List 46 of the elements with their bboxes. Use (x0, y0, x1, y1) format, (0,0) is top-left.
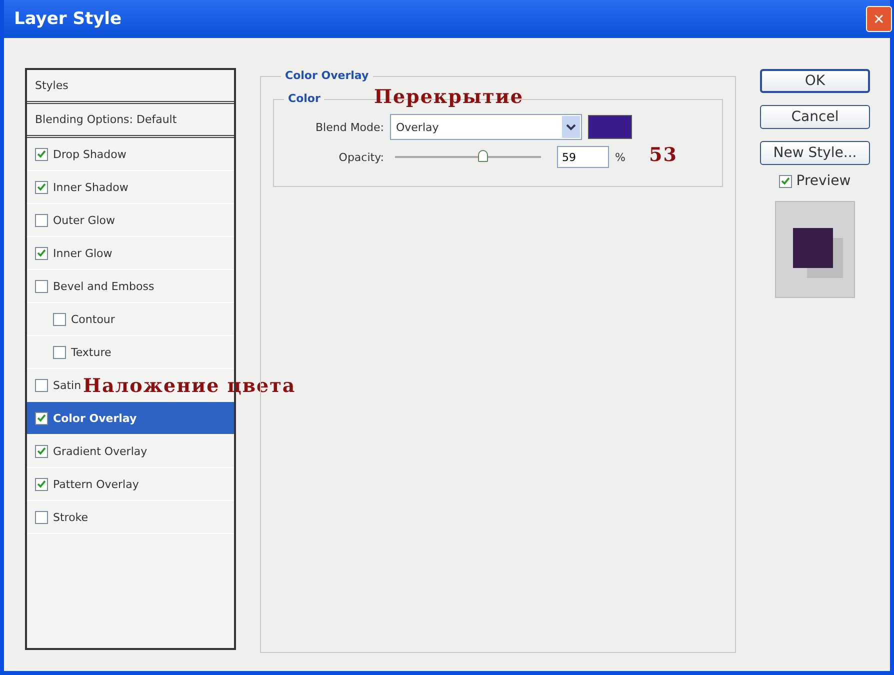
style-label[interactable]: Pattern Overlay (53, 478, 139, 490)
checkbox[interactable] (53, 312, 66, 326)
group-title: Color (284, 92, 324, 105)
style-label[interactable]: Bevel and Emboss (53, 280, 154, 292)
style-label[interactable]: Stroke (53, 510, 88, 524)
annotation-text: 53 (649, 144, 678, 166)
checkbox[interactable] (35, 148, 48, 160)
style-label[interactable]: Texture (71, 346, 112, 358)
checkbox[interactable] (35, 180, 48, 194)
chevron-down-icon (562, 116, 580, 138)
annotation-text: Перекрытие (374, 86, 524, 108)
styles-header[interactable]: Styles (27, 70, 234, 104)
selected-style-item[interactable]: Color Overlay (27, 402, 234, 435)
style-label[interactable]: Outer Glow (53, 214, 116, 226)
checkbox[interactable] (35, 214, 48, 226)
checkbox[interactable] (35, 280, 48, 292)
style-label[interactable]: Color Overlay (53, 412, 137, 424)
checkbox[interactable] (35, 246, 48, 260)
checkbox[interactable] (53, 346, 66, 358)
style-label[interactable]: Drop Shadow (53, 148, 126, 160)
checkbox[interactable] (35, 444, 48, 458)
style-label[interactable]: Gradient Overlay (53, 444, 148, 458)
slider-thumb[interactable] (478, 150, 488, 162)
percent-unit: % (615, 150, 626, 164)
field-label: Blend Mode: (314, 120, 384, 134)
checkbox[interactable] (35, 478, 48, 490)
preview-label: Preview (796, 173, 851, 189)
style-label[interactable]: Inner Glow (53, 246, 112, 260)
checkbox[interactable] (35, 510, 48, 524)
color-swatch[interactable] (588, 115, 632, 139)
style-label[interactable]: Inner Shadow (53, 180, 128, 194)
group-title: Color Overlay (281, 69, 373, 82)
preview-checkbox[interactable] (779, 174, 792, 188)
dialog-button[interactable]: OK (760, 69, 870, 93)
dialog-button[interactable]: Cancel (760, 105, 870, 129)
style-label[interactable]: Satin (53, 378, 82, 392)
blend-mode-dropdown[interactable]: Overlay (390, 114, 582, 140)
checkbox[interactable] (35, 412, 48, 424)
opacity-input[interactable]: 59 (557, 146, 609, 168)
checkbox[interactable] (35, 378, 48, 392)
dialog-button[interactable]: New Style... (760, 141, 870, 165)
window-title: Layer Style (13, 9, 122, 29)
style-label[interactable]: Contour (71, 312, 115, 326)
blending-options-item[interactable]: Blending Options: Default (27, 104, 234, 138)
close-button[interactable]: ✕ (866, 6, 892, 32)
field-label: Opacity: (338, 150, 384, 164)
